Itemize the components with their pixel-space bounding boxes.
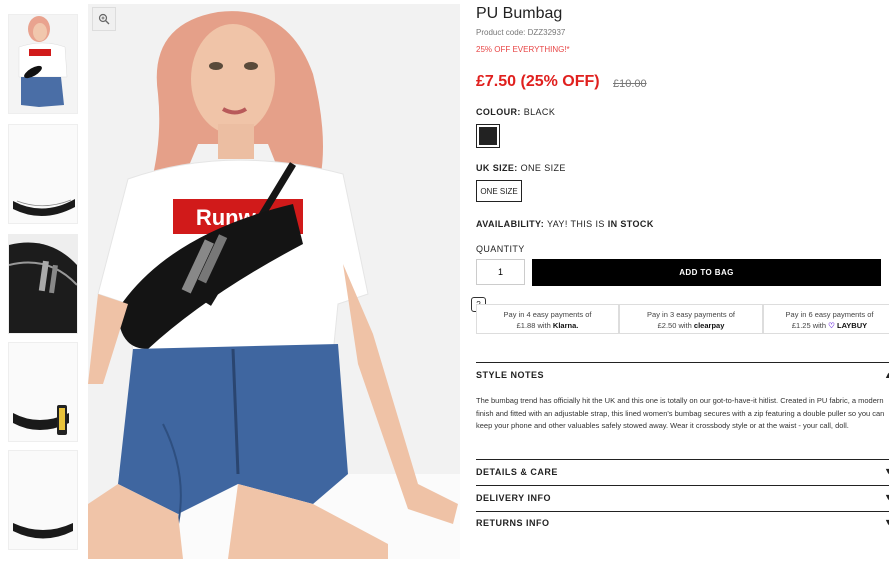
chevron-down-icon[interactable]: ▼ — [884, 517, 889, 527]
stock-status: IN STOCK — [607, 219, 654, 229]
divider — [476, 459, 889, 460]
payment-line: Pay in 4 easy payments of — [503, 310, 592, 319]
original-price: £10.00 — [613, 78, 647, 90]
payment-option-laybuy[interactable]: Pay in 6 easy payments of £1.25 with ♡ L… — [763, 304, 889, 334]
availability-text: YAY! THIS IS — [546, 219, 605, 229]
divider — [476, 485, 889, 486]
payment-amount: £1.25 with — [791, 321, 827, 330]
quantity-label: QUANTITY — [476, 244, 525, 254]
clearpay-logo: clearpay — [693, 321, 725, 330]
product-code: Product code: DZZ32937 — [476, 28, 566, 37]
payment-amount: £2.50 with — [657, 321, 692, 330]
payment-line: Pay in 6 easy payments of — [785, 310, 874, 319]
klarna-logo: Klarna. — [552, 321, 579, 330]
payment-amount-row: £2.50 with clearpay — [620, 320, 762, 331]
chevron-down-icon[interactable]: ▼ — [884, 492, 889, 502]
thumbnail-model[interactable] — [8, 14, 78, 114]
thumbnail-bag-back[interactable] — [8, 450, 78, 550]
zoom-button[interactable] — [92, 7, 116, 31]
divider — [476, 511, 889, 512]
style-notes-text: The bumbag trend has officially hit the … — [476, 396, 885, 430]
availability-label: AVAILABILITY: — [476, 219, 545, 229]
chevron-down-icon[interactable]: ▼ — [884, 466, 889, 476]
thumbnail-bag-flat[interactable] — [8, 124, 78, 224]
promo-text: 25% OFF EVERYTHING!* — [476, 45, 570, 54]
sale-price: £7.50 (25% OFF) — [476, 73, 600, 90]
size-option-one-size[interactable]: ONE SIZE — [476, 180, 522, 202]
colour-swatch-black[interactable] — [476, 124, 500, 148]
size-label: UK SIZE: ONE SIZE — [476, 163, 566, 173]
payment-line: Pay in 3 easy payments of — [647, 310, 735, 319]
size-value: ONE SIZE — [520, 163, 566, 173]
colour-value: BLACK — [523, 107, 556, 117]
thumbnail-bag-phone[interactable] — [8, 342, 78, 442]
returns-info-toggle[interactable]: RETURNS INFO — [476, 518, 550, 528]
main-product-image[interactable]: Runway — [88, 4, 460, 559]
divider — [476, 362, 889, 363]
payment-amount-row: £1.88 with Klarna. — [477, 320, 618, 331]
payment-amount-row: £1.25 with ♡ LAYBUY — [764, 320, 889, 331]
size-label-text: UK SIZE: — [476, 163, 518, 173]
laybuy-heart-icon: ♡ — [828, 321, 835, 330]
swatch-fill — [479, 127, 497, 145]
colour-label-text: COLOUR: — [476, 107, 521, 117]
payment-option-klarna[interactable]: Pay in 4 easy payments of £1.88 with Kla… — [476, 304, 619, 334]
payment-option-clearpay[interactable]: Pay in 3 easy payments of £2.50 with cle… — [619, 304, 763, 334]
chevron-up-icon[interactable]: ▲ — [884, 370, 889, 380]
laybuy-logo: LAYBUY — [836, 321, 868, 330]
delivery-info-toggle[interactable]: DELIVERY INFO — [476, 493, 551, 503]
style-notes-title[interactable]: STYLE NOTES — [476, 370, 544, 380]
availability: AVAILABILITY: YAY! THIS IS IN STOCK — [476, 219, 654, 229]
colour-label: COLOUR: BLACK — [476, 107, 555, 117]
product-title: PU Bumbag — [476, 5, 563, 22]
payment-amount: £1.88 with — [516, 321, 551, 330]
details-care-toggle[interactable]: DETAILS & CARE — [476, 467, 558, 477]
quantity-input[interactable] — [476, 259, 525, 285]
thumbnail-bag-zip[interactable] — [8, 234, 78, 334]
zoom-icon — [98, 13, 110, 25]
add-to-bag-button[interactable]: ADD TO BAG — [532, 259, 881, 286]
